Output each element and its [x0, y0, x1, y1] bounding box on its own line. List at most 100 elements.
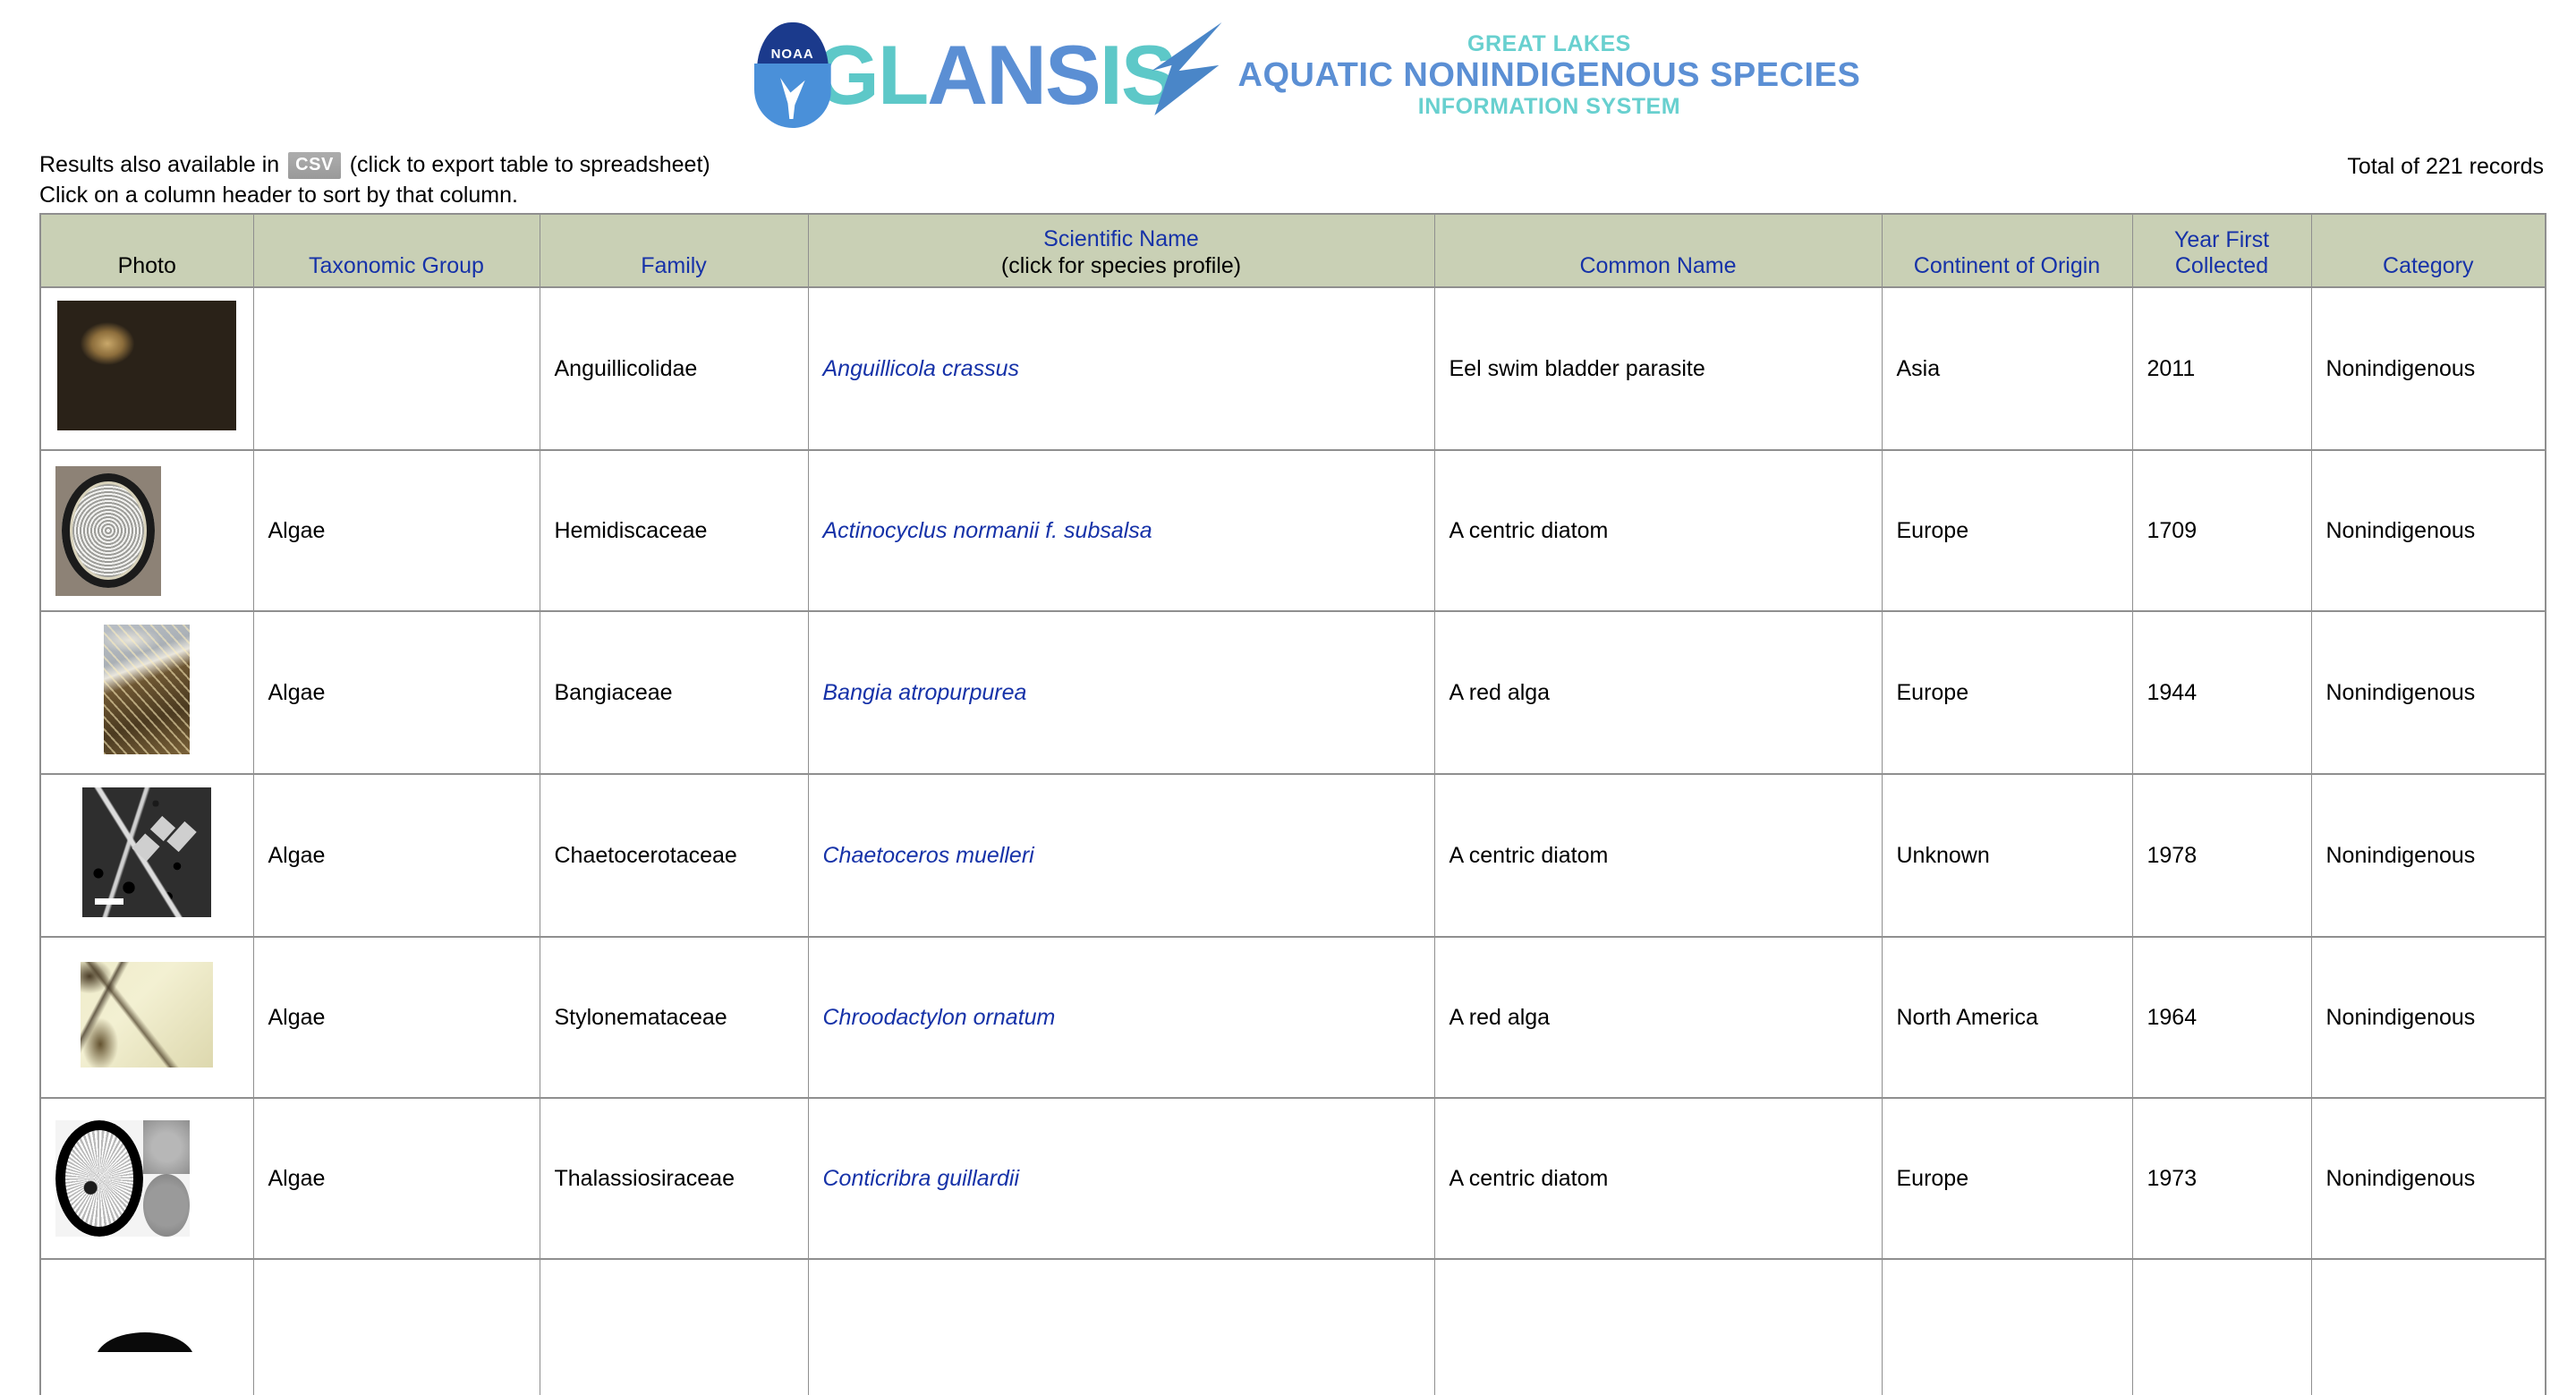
cell-taxonomic-group: Algae [252, 773, 540, 938]
species-photo-thumbnail[interactable] [57, 301, 237, 430]
table-row: Algae Chaetocerotaceae Chaetoceros muell… [39, 773, 2546, 938]
column-header-scientific-name[interactable]: Scientific Name (click for species profi… [807, 213, 1435, 288]
cell-category: Nonindigenous [2310, 936, 2546, 1099]
cell-continent-of-origin [1881, 1258, 2133, 1395]
sort-link-taxonomic-group[interactable]: Taxonomic Group [309, 253, 484, 278]
site-banner: NOAA GLANSIS GREAT LAKES AQUATIC NONINDI… [0, 0, 2576, 150]
column-header-common-name[interactable]: Common Name [1433, 213, 1883, 288]
cell-family: Bangiaceae [539, 610, 809, 775]
cell-continent-of-origin: North America [1881, 936, 2133, 1099]
species-profile-link[interactable]: Conticribra guillardii [823, 1166, 1020, 1191]
csv-export-button[interactable]: CSV [288, 152, 341, 179]
column-header-continent-of-origin[interactable]: Continent of Origin [1881, 213, 2133, 288]
table-row-partial [39, 1258, 2546, 1395]
glansis-letter-a: A [927, 28, 988, 122]
cell-photo[interactable] [39, 1097, 254, 1260]
export-instructions: Results also available in CSV (click to … [39, 150, 2544, 211]
cell-common-name: A centric diatom [1433, 1097, 1883, 1260]
species-profile-link[interactable]: Anguillicola crassus [823, 356, 1020, 381]
sort-link-category[interactable]: Category [2383, 253, 2473, 278]
cell-family: Thalassiosiraceae [539, 1097, 809, 1260]
cell-scientific-name[interactable]: Anguillicola crassus [807, 286, 1435, 451]
cell-continent-of-origin: Europe [1881, 449, 2133, 612]
diatom-side-panels [143, 1120, 190, 1237]
cell-taxonomic-group: Algae [252, 1097, 540, 1260]
table-row: Algae Stylonemataceae Chroodactylon orna… [39, 936, 2546, 1099]
species-profile-link[interactable]: Actinocyclus normanii f. subsalsa [823, 518, 1152, 543]
sort-link-year-first-collected-line1[interactable]: Year First [2174, 227, 2269, 252]
tagline-line-3: INFORMATION SYSTEM [1417, 94, 1681, 120]
species-profile-link[interactable]: Bangia atropurpurea [823, 680, 1027, 705]
cell-photo[interactable] [39, 286, 254, 451]
cell-continent-of-origin: Asia [1881, 286, 2133, 451]
species-photo-thumbnail[interactable] [55, 465, 161, 596]
results-info-bar: Results also available in CSV (click to … [0, 150, 2576, 208]
cell-family: Chaetocerotaceae [539, 773, 809, 938]
column-header-taxonomic-group[interactable]: Taxonomic Group [252, 213, 540, 288]
cell-category: Nonindigenous [2310, 286, 2546, 451]
diatom-side-panel-bottom [143, 1174, 190, 1237]
sort-link-continent-of-origin[interactable]: Continent of Origin [1914, 253, 2100, 278]
cell-common-name [1433, 1258, 1883, 1395]
column-header-category[interactable]: Category [2310, 213, 2546, 288]
sort-hint-text: Click on a column header to sort by that… [39, 182, 518, 208]
glansis-letter-s2: S [1120, 28, 1177, 122]
cell-scientific-name[interactable]: Bangia atropurpurea [807, 610, 1435, 775]
cell-taxonomic-group [252, 286, 540, 451]
column-header-family[interactable]: Family [539, 213, 809, 288]
cell-year-first-collected: 1973 [2131, 1097, 2312, 1260]
cell-family: Hemidiscaceae [539, 449, 809, 612]
cell-category [2310, 1258, 2546, 1395]
cell-taxonomic-group: Algae [252, 610, 540, 775]
species-photo-thumbnail[interactable] [71, 1321, 224, 1352]
cell-family [539, 1258, 809, 1395]
species-photo-thumbnail[interactable] [82, 787, 212, 917]
sort-link-scientific-name[interactable]: Scientific Name [1043, 226, 1199, 251]
species-results-table: Photo Taxonomic Group Family Scientific … [39, 213, 2546, 1395]
species-photo-thumbnail[interactable] [104, 625, 191, 754]
logo-tagline: GREAT LAKES AQUATIC NONINDIGENOUS SPECIE… [1238, 31, 1861, 120]
cell-photo[interactable] [39, 773, 254, 938]
glansis-letter-l: L [877, 28, 929, 122]
table-row: Anguillicolidae Anguillicola crassus Eel… [39, 286, 2546, 451]
table-body: Anguillicolidae Anguillicola crassus Eel… [39, 286, 2546, 1395]
glansis-wordmark: GLANSIS [814, 22, 1222, 117]
sort-link-family[interactable]: Family [641, 253, 707, 278]
table-header: Photo Taxonomic Group Family Scientific … [39, 213, 2546, 288]
sort-link-common-name[interactable]: Common Name [1579, 253, 1736, 278]
cell-scientific-name [807, 1258, 1435, 1395]
tagline-line-2: AQUATIC NONINDIGENOUS SPECIES [1237, 55, 1861, 94]
cell-photo[interactable] [39, 449, 254, 612]
column-header-year-first-collected[interactable]: Year First Collected [2131, 213, 2312, 288]
cell-scientific-name[interactable]: Chaetoceros muelleri [807, 773, 1435, 938]
cell-family: Anguillicolidae [539, 286, 809, 451]
cell-scientific-name[interactable]: Chroodactylon ornatum [807, 936, 1435, 1099]
cell-year-first-collected: 1709 [2131, 449, 2312, 612]
species-profile-link[interactable]: Chroodactylon ornatum [823, 1005, 1056, 1030]
species-photo-thumbnail[interactable] [81, 961, 214, 1068]
cell-category: Nonindigenous [2310, 1097, 2546, 1260]
cell-photo[interactable] [39, 610, 254, 775]
glansis-logo[interactable]: NOAA GLANSIS GREAT LAKES AQUATIC NONINDI… [752, 22, 1861, 128]
species-photo-thumbnail[interactable] [55, 1120, 190, 1237]
export-line: Results also available in CSV (click to … [39, 150, 2544, 181]
noaa-wordmark: NOAA [770, 47, 814, 62]
cell-continent-of-origin: Europe [1881, 610, 2133, 775]
cell-taxonomic-group [252, 1258, 540, 1395]
sort-link-year-first-collected-line2[interactable]: Collected [2175, 253, 2268, 278]
cell-scientific-name[interactable]: Conticribra guillardii [807, 1097, 1435, 1260]
cell-taxonomic-group: Algae [252, 936, 540, 1099]
cell-common-name: A centric diatom [1433, 773, 1883, 938]
diatom-side-panel-top [143, 1120, 190, 1175]
cell-scientific-name[interactable]: Actinocyclus normanii f. subsalsa [807, 449, 1435, 612]
species-profile-link[interactable]: Chaetoceros muelleri [823, 843, 1034, 868]
diatom-main-disk [55, 1120, 143, 1237]
cell-continent-of-origin: Unknown [1881, 773, 2133, 938]
cell-photo[interactable] [39, 936, 254, 1099]
table-row: Algae Hemidiscaceae Actinocyclus normani… [39, 449, 2546, 612]
cell-year-first-collected: 1944 [2131, 610, 2312, 775]
cell-year-first-collected [2131, 1258, 2312, 1395]
cell-common-name: A centric diatom [1433, 449, 1883, 612]
tagline-line-1: GREAT LAKES [1467, 30, 1631, 56]
cell-photo[interactable] [39, 1258, 254, 1395]
